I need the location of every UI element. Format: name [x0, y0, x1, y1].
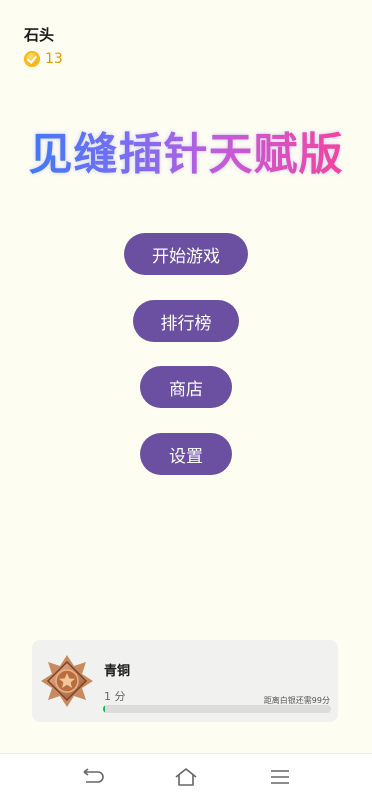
player-name: 石头 [24, 26, 55, 44]
leaderboard-button[interactable]: 排行榜 [133, 300, 239, 342]
player-info: 石头 13 [24, 24, 63, 67]
game-title: 见缝插针天赋版 [0, 118, 372, 182]
start-game-button[interactable]: 开始游戏 [124, 233, 248, 275]
coin-count: 13 [45, 51, 63, 67]
shop-button[interactable]: 商店 [140, 366, 232, 408]
coin-icon [24, 51, 40, 67]
coin-row: 13 [24, 51, 63, 67]
rank-card: 青铜 1 分 距离白银还需99分 [32, 640, 338, 722]
system-nav-bar [0, 753, 372, 800]
rank-name: 青铜 [104, 664, 131, 679]
bronze-star-badge-icon [41, 655, 93, 707]
back-icon[interactable] [80, 766, 104, 788]
menu-icon[interactable] [268, 766, 292, 788]
home-icon[interactable] [174, 766, 198, 788]
settings-button[interactable]: 设置 [140, 433, 232, 475]
rank-progress-bar [103, 705, 331, 713]
rank-score: 1 分 [104, 690, 126, 703]
rank-progress-fill [103, 705, 106, 713]
